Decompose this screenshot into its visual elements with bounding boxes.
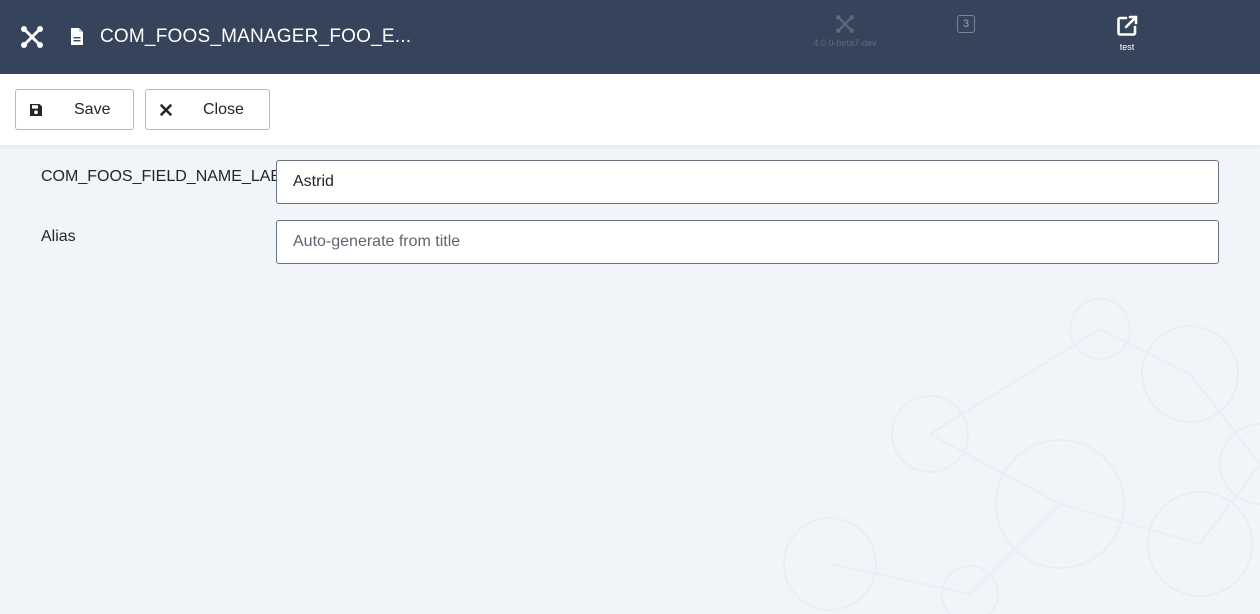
page-title-group: COM_FOOS_MANAGER_FOO_E...	[70, 26, 411, 48]
close-button[interactable]: Close	[145, 89, 270, 130]
name-input[interactable]	[276, 160, 1219, 204]
page-title: COM_FOOS_MANAGER_FOO_E...	[100, 26, 412, 47]
site-caption: test	[1119, 42, 1135, 52]
view-site-link[interactable]: test	[1110, 14, 1144, 52]
close-button-label: Close	[203, 100, 244, 118]
save-button-label: Save	[74, 100, 111, 118]
version-caption: 4.0.0-beta7-dev	[813, 38, 877, 48]
joomla-logo-icon[interactable]	[20, 25, 44, 49]
toolbar: Save Close	[0, 74, 1260, 145]
joomla-version-icon	[836, 15, 854, 33]
alias-field-label: Alias	[41, 228, 76, 245]
save-icon	[30, 103, 42, 116]
version-indicator[interactable]: 4.0.0-beta7-dev	[808, 14, 882, 48]
name-field-label: COM_FOOS_FIELD_NAME_LABEL	[41, 168, 301, 185]
close-icon	[160, 103, 172, 116]
external-link-icon	[1117, 15, 1138, 36]
edit-form: COM_FOOS_FIELD_NAME_LABEL Alias	[0, 145, 1260, 614]
background-pattern	[783, 298, 1260, 614]
alias-input[interactable]	[276, 220, 1219, 264]
save-button[interactable]: Save	[15, 89, 134, 130]
notification-badge[interactable]: 3	[957, 15, 975, 33]
header-bar: COM_FOOS_MANAGER_FOO_E... 4.0.0-beta7-de…	[0, 0, 1260, 74]
document-icon	[71, 28, 83, 45]
